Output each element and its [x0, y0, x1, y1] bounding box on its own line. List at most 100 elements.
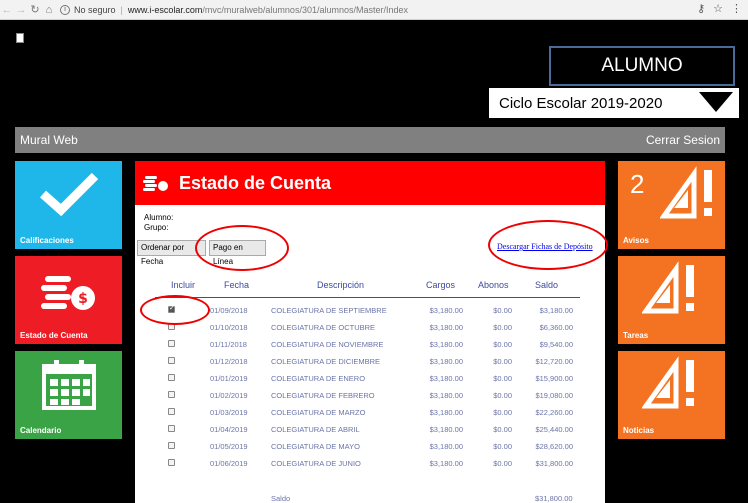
col-incluir: Incluir: [171, 280, 196, 290]
tile-label: Noticias: [623, 426, 655, 435]
cell-abono: $0.00: [493, 425, 512, 434]
cell-fecha: 01/10/2018: [210, 323, 248, 332]
table-row: 01/05/2019 COLEGIATURA DE MAYO $3,180.00 $0…: [135, 438, 605, 455]
address-bar[interactable]: i No seguro | www.i-escolar.com /mvc/mur…: [60, 4, 408, 15]
logout-link[interactable]: Cerrar Sesion: [646, 133, 720, 147]
tile-label: Estado de Cuenta: [20, 331, 88, 340]
cell-saldo: $31,800.00: [535, 459, 573, 468]
cell-cargo: $3,180.00: [429, 306, 463, 315]
tile-label: Tareas: [623, 331, 649, 340]
menu-icon[interactable]: ⋮: [731, 2, 742, 15]
cell-saldo: $15,900.00: [535, 374, 573, 383]
include-checkbox[interactable]: [168, 340, 175, 347]
cell-fecha: 01/02/2019: [210, 391, 248, 400]
cell-fecha: 01/06/2019: [210, 459, 248, 468]
bookmark-star-icon[interactable]: ☆: [713, 2, 723, 15]
table-row: 01/11/2018 COLEGIATURA DE NOVIEMBRE $3,180…: [135, 336, 605, 353]
url-host: www.i-escolar.com: [127, 4, 203, 15]
cell-fecha: 01/09/2018: [210, 306, 248, 315]
cell-saldo: $6,360.00: [539, 323, 573, 332]
role-label: ALUMNO: [601, 55, 683, 76]
cell-cargo: $3,180.00: [429, 442, 463, 451]
include-checkbox[interactable]: [168, 459, 175, 466]
cell-saldo: $25,440.00: [535, 425, 573, 434]
student-info: Alumno: Grupo:: [144, 213, 173, 233]
info-icon[interactable]: i: [60, 4, 70, 15]
cell-saldo: $19,080.00: [535, 391, 573, 400]
cell-cargo: $3,180.00: [429, 323, 463, 332]
cell-cargo: $3,180.00: [429, 340, 463, 349]
cell-saldo: $22,260.00: [535, 408, 573, 417]
url-path: /mvc/muralweb/alumnos/301/alumnos/Master…: [202, 4, 408, 15]
cell-fecha: 01/04/2019: [210, 425, 248, 434]
tile-avisos[interactable]: 2 Avisos: [618, 161, 725, 249]
browser-toolbar: ← → ↻ ⌂ i No seguro | www.i-escolar.com …: [0, 0, 748, 20]
cell-descripcion: COLEGIATURA DE ABRIL: [271, 425, 360, 434]
cell-fecha: 01/12/2018: [210, 357, 248, 366]
broken-logo-image: [16, 33, 24, 43]
cell-cargo: $3,180.00: [429, 408, 463, 417]
cell-fecha: 01/03/2019: [210, 408, 248, 417]
cell-cargo: $3,180.00: [429, 459, 463, 468]
cell-descripcion: COLEGIATURA DE MARZO: [271, 408, 366, 417]
cell-descripcion: COLEGIATURA DE NOVIEMBRE: [271, 340, 384, 349]
forward-icon[interactable]: →: [14, 4, 28, 16]
include-checkbox[interactable]: [168, 391, 175, 398]
cell-abono: $0.00: [493, 323, 512, 332]
grupo-label: Grupo:: [144, 223, 169, 232]
cell-descripcion: COLEGIATURA DE SEPTIEMBRE: [271, 306, 387, 315]
megaphone-icon: [636, 161, 743, 227]
col-cargos: Cargos: [426, 280, 456, 290]
include-checkbox[interactable]: [168, 425, 175, 432]
home-icon[interactable]: ⌂: [42, 4, 56, 16]
cell-descripcion: COLEGIATURA DE JUNIO: [271, 459, 361, 468]
tile-label: Calificaciones: [20, 236, 74, 245]
table-row: 01/12/2018 COLEGIATURA DE DICIEMBRE $3,180…: [135, 353, 605, 370]
cell-abono: $0.00: [493, 408, 512, 417]
cell-abono: $0.00: [493, 340, 512, 349]
cell-descripcion: COLEGIATURA DE FEBRERO: [271, 391, 375, 400]
tile-label: Calendario: [20, 426, 62, 435]
col-saldo: Saldo: [535, 280, 559, 290]
include-checkbox[interactable]: [168, 357, 175, 364]
coins-icon: $: [15, 256, 122, 322]
cell-abono: $0.00: [493, 306, 512, 315]
cell-cargo: $3,180.00: [429, 425, 463, 434]
cell-fecha: 01/01/2019: [210, 374, 248, 383]
account-statement-panel: Estado de Cuenta Alumno: Grupo: Ordenar …: [135, 161, 605, 503]
cycle-selector[interactable]: Ciclo Escolar 2019-2020: [489, 88, 739, 118]
calendar-icon: [15, 351, 122, 417]
panel-header: Estado de Cuenta: [135, 161, 605, 205]
saldo-total: $31,800.00: [535, 494, 573, 503]
top-bar: Mural Web Cerrar Sesion: [15, 127, 725, 153]
tile-tareas[interactable]: Tareas: [618, 256, 725, 344]
table-row: 01/10/2018 COLEGIATURA DE OCTUBRE $3,180.0…: [135, 319, 605, 336]
cell-saldo: $12,720.00: [535, 357, 573, 366]
col-abonos: Abonos: [478, 280, 509, 290]
back-icon[interactable]: ←: [0, 4, 14, 16]
annotation-ring-checkbox: [140, 295, 210, 325]
include-checkbox[interactable]: [168, 374, 175, 381]
role-box: ALUMNO: [549, 46, 735, 86]
cell-abono: $0.00: [493, 391, 512, 400]
cell-saldo: $28,620.00: [535, 442, 573, 451]
tile-estado-de-cuenta[interactable]: $ Estado de Cuenta: [15, 256, 122, 344]
header-divider: [155, 297, 580, 298]
tile-noticias[interactable]: Noticias: [618, 351, 725, 439]
cell-saldo: $3,180.00: [539, 306, 573, 315]
cell-cargo: $3,180.00: [429, 391, 463, 400]
include-checkbox[interactable]: [168, 408, 175, 415]
table-row: 01/01/2019 COLEGIATURA DE ENERO $3,180.00 $…: [135, 370, 605, 387]
cell-abono: $0.00: [493, 357, 512, 366]
page-title: Estado de Cuenta: [179, 172, 332, 193]
dropdown-arrow-icon[interactable]: [699, 92, 733, 112]
tile-calendario[interactable]: Calendario: [15, 351, 122, 439]
cell-descripcion: COLEGIATURA DE OCTUBRE: [271, 323, 376, 332]
tile-calificaciones[interactable]: Calificaciones: [15, 161, 122, 249]
cycle-label: Ciclo Escolar 2019-2020: [499, 94, 663, 112]
reload-icon[interactable]: ↻: [28, 3, 42, 16]
key-icon[interactable]: ⚷: [697, 2, 705, 15]
megaphone-icon: [618, 256, 725, 322]
cell-cargo: $3,180.00: [429, 374, 463, 383]
include-checkbox[interactable]: [168, 442, 175, 449]
